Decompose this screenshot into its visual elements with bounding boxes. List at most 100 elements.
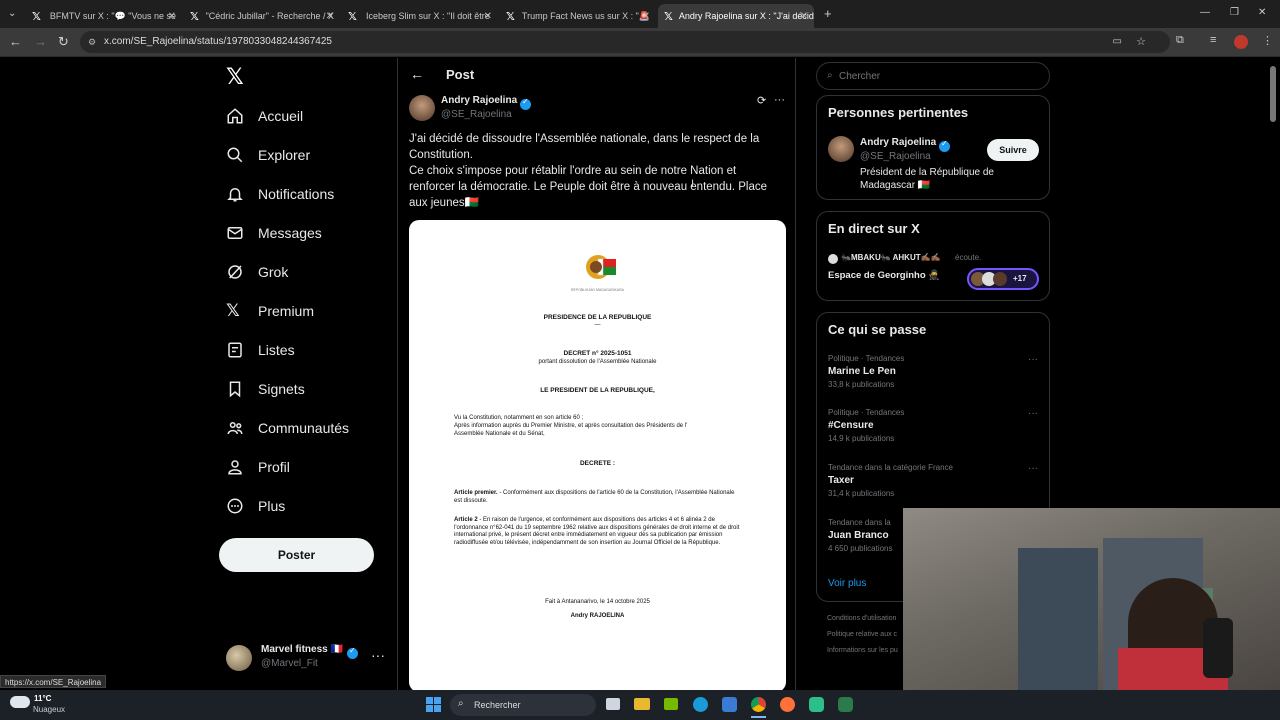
nav-label: Premium (258, 303, 315, 319)
post-text: J'ai décidé de dissoudre l'Assemblée nat… (409, 131, 789, 211)
doc-decrete: DECRETE : (579, 460, 616, 467)
tab-label: BFMTV sur X : "💬 "Vous ne se (49, 10, 176, 21)
tab-4[interactable]: 𝕏 Trump Fact News us sur X : "🚨 ✕ (500, 4, 656, 28)
tab-3[interactable]: 𝕏 Iceberg Slim sur X : "Il doit être ✕ (342, 4, 498, 28)
nav-item-signets[interactable]: Signets (226, 375, 305, 403)
site-info-icon[interactable]: ⚙ (88, 31, 96, 53)
nav-item-accueil[interactable]: Accueil (226, 102, 303, 130)
tab-5-active[interactable]: 𝕏 Andry Rajoelina sur X : "J'ai décid ✕ (658, 4, 814, 28)
listeners-pill[interactable]: +17 (967, 268, 1039, 290)
profile-icon (228, 460, 242, 475)
minimize-icon[interactable]: — (1200, 7, 1210, 18)
trend-item[interactable]: Politique · Tendances #Censure 14,9 k pu… (828, 408, 1038, 443)
x-home-logo-icon[interactable]: 𝕏 (226, 64, 244, 90)
space-title[interactable]: Espace de Georginho 🥷 (828, 270, 940, 281)
nav-item-communautes[interactable]: Communautés (226, 414, 349, 442)
nav-label: Plus (258, 498, 286, 514)
post-button[interactable]: Poster (219, 538, 374, 572)
store-icon[interactable] (722, 697, 737, 712)
listener-avatar (993, 272, 1007, 286)
trend-count: 14,9 k publications (828, 434, 895, 443)
close-icon[interactable]: ✕ (326, 11, 334, 22)
close-icon[interactable]: ✕ (800, 11, 808, 22)
app-icon[interactable] (838, 697, 853, 712)
firefox-icon[interactable] (780, 697, 795, 712)
back-arrow-icon[interactable]: ← (410, 66, 424, 82)
install-app-icon[interactable]: ▭ (1113, 31, 1122, 53)
follow-button[interactable]: Suivre (987, 139, 1039, 161)
author-handle[interactable]: @SE_Rajoelina (441, 109, 512, 120)
weather-temp[interactable]: 11°C (34, 694, 51, 703)
avatar[interactable] (828, 136, 854, 162)
author-name[interactable]: Andry Rajoelina (441, 95, 517, 106)
discord-icon[interactable] (809, 697, 824, 712)
nav-item-listes[interactable]: Listes (226, 336, 295, 364)
post-text-line: aux jeunes🇲🇬 (409, 197, 479, 209)
nav-label: Accueil (258, 108, 304, 124)
chrome-icon[interactable] (751, 697, 766, 712)
search-input[interactable]: ⌕ Chercher (816, 62, 1050, 90)
task-view-icon[interactable] (606, 698, 620, 710)
left-sidebar: 𝕏 Accueil Explorer Notifications Message… (218, 58, 396, 690)
search-icon: ⌕ (458, 698, 464, 709)
close-icon[interactable]: ✕ (642, 11, 650, 22)
communities-icon (227, 422, 243, 435)
window-close-icon[interactable]: ✕ (1258, 7, 1266, 18)
nav-label: Communautés (258, 420, 350, 436)
trend-name: Marine Le Pen (828, 366, 896, 377)
post-media-document[interactable]: REPOBLIKAN'I MADAGASIKARA PRESIDENCE DE … (409, 220, 786, 690)
trend-item[interactable]: Tendance dans la catégorie France Taxer … (828, 463, 1038, 498)
reload-icon[interactable]: ↻ (58, 34, 69, 50)
doc-article-2: Article 2 - En raison de l'urgence, et c… (454, 517, 744, 547)
nav-item-explorer[interactable]: Explorer (226, 141, 310, 169)
page-scrollbar[interactable] (1270, 66, 1276, 122)
extensions-icon[interactable]: ⧉ (1176, 34, 1184, 47)
account-name: Marvel fitness 🇫🇷 (261, 644, 343, 655)
reading-list-icon[interactable]: ≡ (1210, 34, 1216, 46)
search-icon (227, 147, 243, 163)
weather-label[interactable]: Nuageux (33, 705, 65, 714)
browser-menu-icon[interactable]: ⋮ (1262, 34, 1273, 47)
more-dots-icon[interactable]: ··· (371, 647, 385, 663)
url-field[interactable]: ⚙ x.com/SE_Rajoelina/status/197803304824… (80, 31, 1170, 53)
trend-item[interactable]: Politique · Tendances Marine Le Pen 33,8… (828, 354, 1038, 389)
file-explorer-icon[interactable] (634, 698, 650, 710)
more-dots-icon[interactable]: ··· (1028, 354, 1038, 365)
nav-item-messages[interactable]: Messages (226, 219, 322, 247)
nvidia-icon[interactable] (664, 698, 678, 710)
edge-icon[interactable] (693, 697, 708, 712)
back-arrow-icon[interactable]: ← (9, 34, 22, 49)
see-more-link[interactable]: Voir plus (828, 578, 866, 589)
windows-start-icon[interactable] (426, 697, 441, 712)
nav-item-grok[interactable]: Grok (226, 258, 288, 286)
forward-arrow-icon[interactable]: → (34, 34, 47, 49)
nav-item-profil[interactable]: Profil (226, 453, 290, 481)
author-avatar[interactable] (409, 95, 435, 121)
start-quad (426, 705, 433, 712)
person-name[interactable]: Andry Rajoelina (860, 137, 936, 148)
account-switcher[interactable]: Marvel fitness 🇫🇷 @Marvel_Fit ··· (226, 643, 386, 673)
tab-1[interactable]: 𝕏 BFMTV sur X : "💬 "Vous ne se ✕ (26, 4, 182, 28)
tab-list-chevron-icon[interactable]: ⌄ (8, 8, 16, 19)
cloud-weather-icon[interactable] (10, 696, 30, 708)
nav-item-premium[interactable]: 𝕏 Premium (226, 297, 314, 325)
grok-icon[interactable]: ⟳ (757, 94, 766, 107)
close-icon[interactable]: ✕ (168, 11, 176, 22)
maximize-icon[interactable]: ❐ (1230, 7, 1239, 18)
trend-name: Taxer (828, 475, 854, 486)
more-dots-icon[interactable]: ··· (1028, 408, 1038, 419)
person-handle[interactable]: @SE_Rajoelina (860, 151, 931, 162)
nav-item-plus[interactable]: Plus (226, 492, 285, 520)
person-bio: Président de la République de Madagascar… (860, 166, 1040, 192)
new-tab-plus-icon[interactable]: + (824, 6, 832, 21)
tab-2[interactable]: 𝕏 "Cédric Jubillar" - Recherche / X ✕ (184, 4, 340, 28)
nav-item-notifications[interactable]: Notifications (226, 180, 334, 208)
profile-avatar-icon[interactable] (1234, 35, 1248, 49)
more-dots-icon[interactable]: ··· (1028, 463, 1038, 474)
trend-count: 33,8 k publications (828, 380, 895, 389)
bookmark-star-icon[interactable]: ☆ (1136, 31, 1146, 53)
taskbar-search[interactable]: ⌕ Rechercher (450, 694, 596, 716)
host-name[interactable]: 🐜MBAKU🐜 AHKUT✍🏾✍🏾 (841, 253, 941, 262)
more-dots-icon[interactable]: ··· (774, 94, 785, 106)
close-icon[interactable]: ✕ (484, 11, 492, 22)
